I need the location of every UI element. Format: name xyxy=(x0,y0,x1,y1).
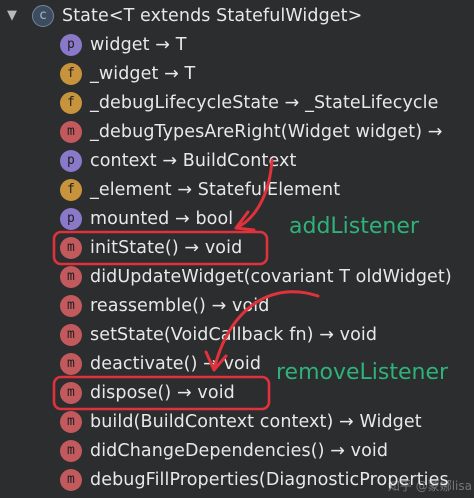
remove-listener-note: removeListener xyxy=(276,360,449,385)
tree-item-reassemble[interactable]: m reassemble() → void xyxy=(60,291,269,320)
method-icon: m xyxy=(60,468,82,491)
property-icon: p xyxy=(60,207,82,230)
property-icon: p xyxy=(60,33,82,56)
tree-item-debug-types-are-right[interactable]: m _debugTypesAreRight(Widget widget) → xyxy=(60,117,443,146)
method-icon: m xyxy=(60,265,82,288)
tree-item-label: setState(VoidCallback fn) → void xyxy=(90,324,378,345)
tree-item-did-update-widget[interactable]: m didUpdateWidget(covariant T oldWidget) xyxy=(60,262,452,291)
tree-item-build[interactable]: m build(BuildContext context) → Widget xyxy=(60,407,422,436)
tree-item-label: build(BuildContext context) → Widget xyxy=(90,411,422,432)
tree-item-widget[interactable]: p widget → T xyxy=(60,30,187,59)
tree-item-_element[interactable]: f _element → StatefulElement xyxy=(60,175,340,204)
class-icon: c xyxy=(32,4,54,27)
method-icon: m xyxy=(60,439,82,462)
tree-item-label: deactivate() → void xyxy=(90,353,262,374)
tree-item-label: didUpdateWidget(covariant T oldWidget) xyxy=(90,266,452,287)
method-icon: m xyxy=(60,236,82,259)
tree-item-deactivate[interactable]: m deactivate() → void xyxy=(60,349,261,378)
tree-item-label: context → BuildContext xyxy=(90,150,297,171)
tree-item-label: _element → StatefulElement xyxy=(90,179,341,200)
method-icon: m xyxy=(60,352,82,375)
tree-item-label: _debugLifecycleState → _StateLifecycle xyxy=(90,92,439,113)
tree-item-did-change-dependencies[interactable]: m didChangeDependencies() → void xyxy=(60,436,388,465)
tree-item-context[interactable]: p context → BuildContext xyxy=(60,146,296,175)
tree-item-label: mounted → bool xyxy=(90,208,234,229)
tree-item-set-state[interactable]: m setState(VoidCallback fn) → void xyxy=(60,320,377,349)
field-icon: f xyxy=(60,91,82,114)
method-icon: m xyxy=(60,410,82,433)
tree-item-label: didChangeDependencies() → void xyxy=(90,440,389,461)
tree-item-mounted[interactable]: p mounted → bool xyxy=(60,204,233,233)
tree-item-label: _widget → T xyxy=(90,63,196,84)
method-icon: m xyxy=(60,294,82,317)
expand-arrow-icon[interactable]: ▼ xyxy=(0,8,24,23)
tree-item-init-state[interactable]: m initState() → void xyxy=(60,233,242,262)
tree-item-debug-lifecycle-state[interactable]: f _debugLifecycleState → _StateLifecycle xyxy=(60,88,438,117)
add-listener-note: addListener xyxy=(289,214,419,239)
field-icon: f xyxy=(60,178,82,201)
tree-item-_widget[interactable]: f _widget → T xyxy=(60,59,195,88)
tree-item-label: _debugTypesAreRight(Widget widget) → xyxy=(90,121,443,142)
method-icon: m xyxy=(60,323,82,346)
tree-root-state[interactable]: ▼ c State<T extends StatefulWidget> xyxy=(0,1,362,30)
property-icon: p xyxy=(60,149,82,172)
tree-item-label: widget → T xyxy=(90,34,187,55)
structure-tree: ▼ c State<T extends StatefulWidget> p wi… xyxy=(0,0,474,498)
watermark: 知乎 @蒙娜lisa xyxy=(387,479,472,493)
tree-item-label: initState() → void xyxy=(90,237,243,258)
method-icon: m xyxy=(60,381,82,404)
method-icon: m xyxy=(60,120,82,143)
tree-item-label: dispose() → void xyxy=(90,382,235,403)
field-icon: f xyxy=(60,62,82,85)
tree-item-dispose[interactable]: m dispose() → void xyxy=(60,378,235,407)
tree-item-label: State<T extends StatefulWidget> xyxy=(62,5,363,26)
tree-item-label: reassemble() → void xyxy=(90,295,270,316)
